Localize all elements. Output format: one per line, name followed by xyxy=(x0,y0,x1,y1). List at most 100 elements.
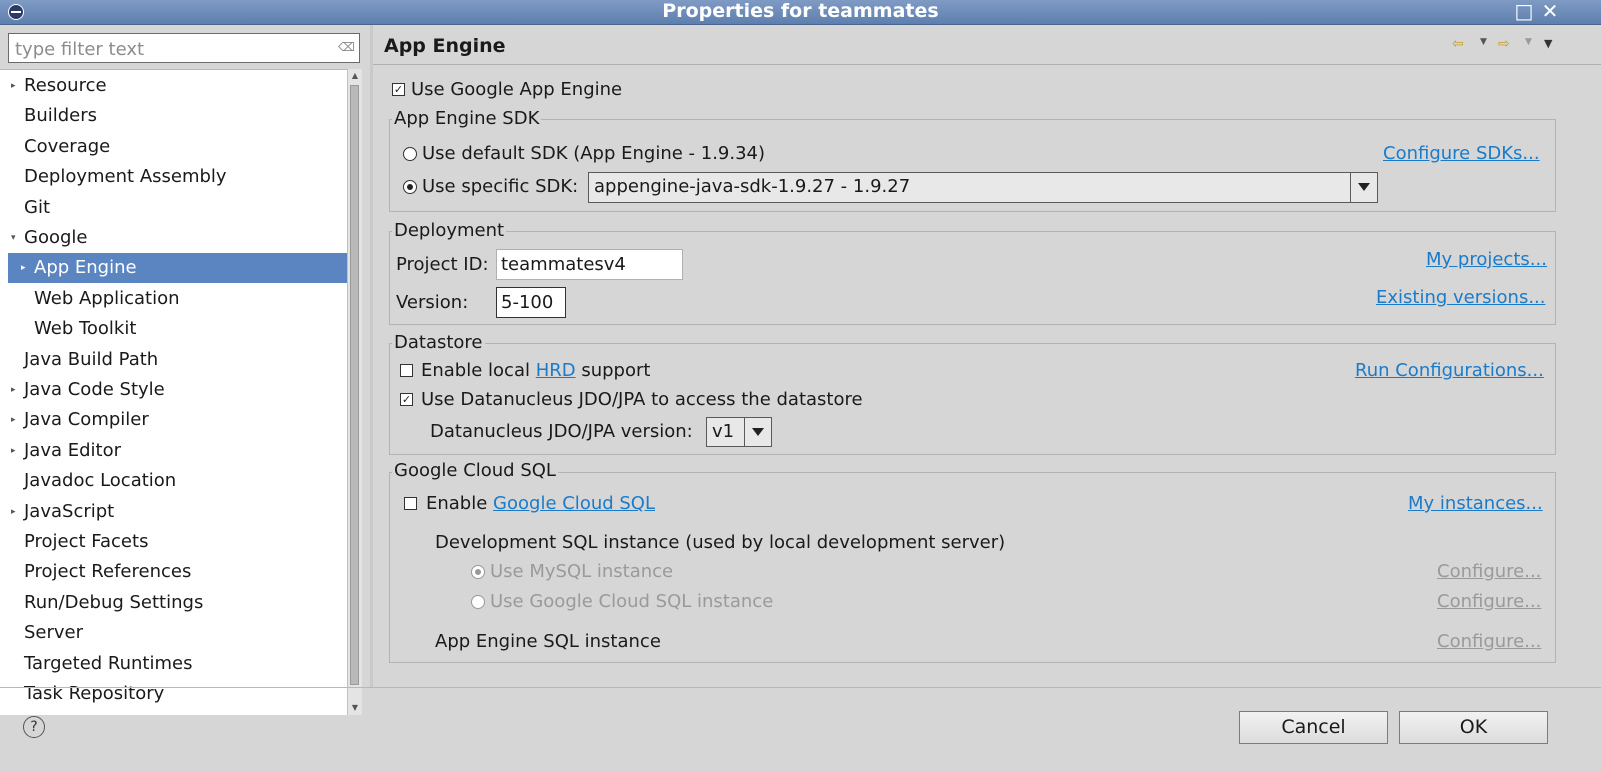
project-id-input[interactable] xyxy=(497,250,682,279)
tree-item[interactable]: ▸ Java Compiler xyxy=(8,405,348,435)
project-id-field[interactable] xyxy=(496,249,683,280)
dev-sql-instance-label: Development SQL instance (used by local … xyxy=(435,532,1006,553)
tree-item[interactable]: ▸ JavaScript xyxy=(8,497,348,527)
maximize-icon[interactable]: □ xyxy=(1514,1,1534,21)
tree-item-label: Web Toolkit xyxy=(34,318,137,340)
tree-item-label: Javadoc Location xyxy=(24,470,177,492)
tree-item-label: Targeted Runtimes xyxy=(24,652,193,674)
my-instances-link[interactable]: My instances... xyxy=(1408,493,1543,515)
configure-gcsql-link[interactable]: Configure... xyxy=(1437,591,1541,613)
sdk-combo[interactable]: appengine-java-sdk-1.9.27 - 1.9.27 xyxy=(588,172,1378,203)
tree-item[interactable]: ▾ Google xyxy=(8,223,348,253)
existing-versions-link[interactable]: Existing versions... xyxy=(1376,287,1546,309)
tree-item[interactable]: ▸ Java Code Style xyxy=(8,375,348,405)
tree-item[interactable]: Java Build Path xyxy=(8,345,348,375)
run-configurations-link[interactable]: Run Configurations... xyxy=(1355,360,1544,382)
enable-hrd-label: Enable local HRD support xyxy=(421,360,650,382)
expand-icon[interactable]: ▸ xyxy=(11,71,16,101)
tree-item-label: Builders xyxy=(24,105,98,127)
gcsql-radio[interactable] xyxy=(471,595,485,609)
forward-dropdown-icon[interactable]: ▼ xyxy=(1525,37,1532,47)
configure-mysql-link[interactable]: Configure... xyxy=(1437,561,1541,583)
enable-hrd-suffix: support xyxy=(575,360,651,381)
pane-sash[interactable] xyxy=(370,25,373,687)
version-field[interactable] xyxy=(496,287,566,318)
expand-icon[interactable]: ▸ xyxy=(21,253,26,283)
default-sdk-radio[interactable] xyxy=(403,147,417,161)
tree-item[interactable]: Coverage xyxy=(8,132,348,162)
tree-item[interactable]: ▸ App Engine xyxy=(8,253,348,284)
datanucleus-label: Use Datanucleus JDO/JPA to access the da… xyxy=(421,389,863,410)
tree-item-label: App Engine xyxy=(34,257,137,279)
tree-item-label: Task Repository xyxy=(24,683,165,704)
collapse-icon[interactable]: ▾ xyxy=(11,223,16,253)
close-icon[interactable]: ✕ xyxy=(1540,1,1560,21)
tree-item[interactable]: Targeted Runtimes xyxy=(8,649,348,679)
clear-filter-icon[interactable]: ⌫ xyxy=(338,41,355,54)
use-gae-checkbox[interactable]: ✓ xyxy=(392,83,405,96)
tree-item[interactable]: Git xyxy=(8,193,348,223)
project-id-label: Project ID: xyxy=(396,254,489,275)
enable-hrd-checkbox[interactable] xyxy=(400,364,413,377)
expand-icon[interactable]: ▸ xyxy=(11,405,16,435)
expand-icon[interactable]: ▸ xyxy=(11,375,16,405)
tree-item[interactable]: Server xyxy=(8,618,348,648)
scroll-thumb[interactable] xyxy=(350,85,359,685)
scroll-down-arrow-icon[interactable]: ▼ xyxy=(348,701,362,715)
tree-item[interactable]: ▸ Resource xyxy=(8,71,348,101)
filter-box[interactable]: ⌫ xyxy=(8,33,360,63)
ok-button[interactable]: OK xyxy=(1399,711,1548,744)
tree-item-label: Java Build Path xyxy=(24,348,159,370)
tree-item[interactable]: Deployment Assembly xyxy=(8,162,348,192)
back-dropdown-icon[interactable]: ▼ xyxy=(1480,37,1487,47)
scroll-up-arrow-icon[interactable]: ▲ xyxy=(348,69,362,83)
enable-cloudsql-prefix: Enable xyxy=(426,493,494,514)
tree-item[interactable]: Project Facets xyxy=(8,527,348,557)
specific-sdk-radio[interactable] xyxy=(403,180,417,194)
datanucleus-checkbox[interactable]: ✓ xyxy=(400,393,413,406)
tree-item[interactable]: Builders xyxy=(8,101,348,131)
tree-item-label: Git xyxy=(24,196,51,218)
tree-item[interactable]: Project References xyxy=(8,557,348,587)
tree-item[interactable]: Task Repository xyxy=(8,679,348,709)
specific-sdk-label: Use specific SDK: xyxy=(422,176,579,197)
cancel-button[interactable]: Cancel xyxy=(1239,711,1388,744)
forward-arrow-icon[interactable]: ⇨ xyxy=(1498,36,1510,52)
tree-item[interactable]: Web Toolkit xyxy=(8,314,348,344)
configure-appengine-sql-link[interactable]: Configure... xyxy=(1437,631,1541,653)
enable-hrd-prefix: Enable local xyxy=(421,360,536,381)
version-input[interactable] xyxy=(497,288,565,317)
version-label: Version: xyxy=(396,292,469,313)
tree-item-label: Java Compiler xyxy=(24,409,149,431)
enable-cloudsql-label: Enable Google Cloud SQL xyxy=(426,493,655,515)
tree-item[interactable]: Run/Debug Settings xyxy=(8,588,348,618)
window-title: Properties for teammates xyxy=(662,0,939,22)
view-menu-icon[interactable]: ▼ xyxy=(1544,37,1552,50)
help-icon[interactable]: ? xyxy=(23,716,45,738)
expand-icon[interactable]: ▸ xyxy=(11,497,16,527)
tree-item[interactable]: Javadoc Location xyxy=(8,466,348,496)
chevron-down-icon[interactable] xyxy=(1350,173,1377,202)
tree-item-label: Project References xyxy=(24,561,192,583)
property-tree: ▸ Resource Builders Coverage Deployment Asse… xyxy=(0,69,350,715)
tree-item-label: Deployment Assembly xyxy=(24,166,227,188)
my-projects-link[interactable]: My projects... xyxy=(1426,249,1547,271)
mysql-radio[interactable] xyxy=(471,565,485,579)
datanucleus-version-value: v1 xyxy=(712,421,735,442)
use-gae-label: Use Google App Engine xyxy=(411,79,623,100)
bottom-separator xyxy=(0,687,1601,688)
expand-icon[interactable]: ▸ xyxy=(11,436,16,466)
back-arrow-icon[interactable]: ⇦ xyxy=(1452,36,1464,52)
tree-item-label: Resource xyxy=(24,75,107,96)
header-separator xyxy=(373,64,1601,65)
tree-scrollbar[interactable]: ▲ ▼ xyxy=(347,69,362,715)
tree-item[interactable]: Web Application xyxy=(8,284,348,314)
enable-cloudsql-checkbox[interactable] xyxy=(404,497,417,510)
hrd-link[interactable]: HRD xyxy=(536,360,576,381)
configure-sdks-link[interactable]: Configure SDKs... xyxy=(1383,143,1540,165)
tree-item[interactable]: ▸ Java Editor xyxy=(8,436,348,466)
filter-input[interactable] xyxy=(13,35,327,63)
chevron-down-icon[interactable] xyxy=(744,418,771,446)
datanucleus-version-combo[interactable]: v1 xyxy=(706,417,772,447)
google-cloud-sql-link[interactable]: Google Cloud SQL xyxy=(493,493,655,514)
